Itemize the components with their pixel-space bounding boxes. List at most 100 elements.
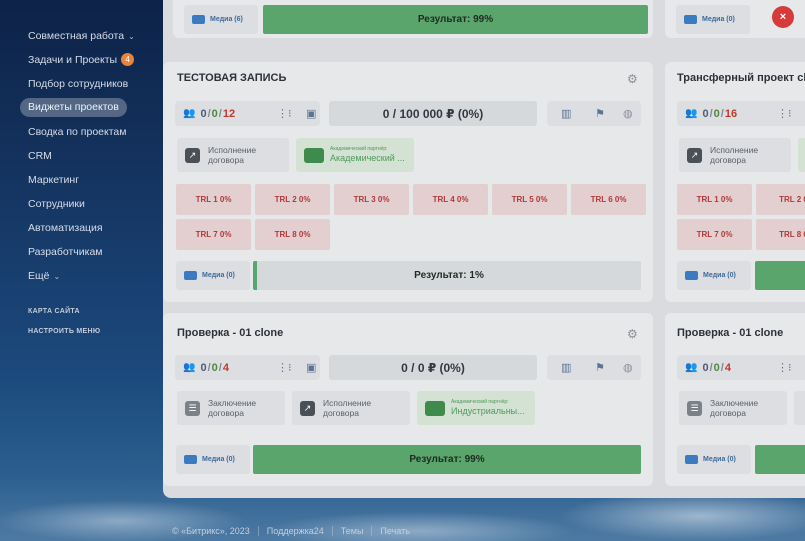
tile-contract-execution[interactable]: ↗ Исполнение договора bbox=[679, 138, 791, 172]
trl-level[interactable]: TRL 8 0 bbox=[756, 219, 805, 250]
trl-level[interactable]: TRL 7 0% bbox=[677, 219, 752, 250]
media-button[interactable]: Медиа (0) bbox=[677, 445, 751, 474]
site-map-link[interactable]: КАРТА САЙТА bbox=[0, 302, 163, 322]
menu-item-tasks[interactable]: Задачи и Проекты 4 bbox=[0, 48, 163, 72]
folder-icon bbox=[685, 271, 698, 280]
briefcase-icon bbox=[304, 147, 324, 163]
project-card: Трансферный проект clo 👥 0/0/16 ⋮⁝ ↗ Исп… bbox=[665, 62, 805, 302]
trl-level[interactable]: TRL 2 0% bbox=[255, 184, 330, 215]
budget-box: 0 / 100 000 ₽ (0%) bbox=[329, 101, 537, 126]
menu-item-collaboration[interactable]: Совместная работа ⌄ bbox=[0, 24, 163, 48]
tile-partner[interactable] bbox=[798, 138, 805, 172]
tile-partner[interactable]: Академический партнёр: Индустриальны... bbox=[417, 391, 535, 425]
tree-icon[interactable]: ⋮⁝ bbox=[777, 107, 792, 120]
card-top-left: Медиа (6) Результат: 99% bbox=[173, 0, 653, 38]
trl-level[interactable]: TRL 6 0% bbox=[571, 184, 646, 215]
folder-icon bbox=[684, 15, 697, 24]
tree-icon[interactable]: ⋮⁝ bbox=[277, 361, 292, 374]
trl-level[interactable]: TRL 7 0% bbox=[176, 219, 251, 250]
card-title: Трансферный проект clo bbox=[677, 72, 805, 84]
menu-item-employees[interactable]: Сотрудники bbox=[0, 192, 163, 216]
tasks-counter-badge: 4 bbox=[121, 53, 135, 66]
copyright-text: © «Битрикс», 2023 bbox=[172, 526, 259, 536]
task-stats: 👥 0/0/12 bbox=[183, 107, 236, 120]
people-icon: 👥 bbox=[685, 108, 698, 119]
building-icon[interactable]: ▥ bbox=[561, 361, 571, 374]
trl-level[interactable]: TRL 8 0% bbox=[255, 219, 330, 250]
chart-icon: ↗ bbox=[185, 147, 200, 163]
card-title: Проверка - 01 clone bbox=[177, 327, 284, 339]
card-icon[interactable]: ▣ bbox=[306, 107, 316, 120]
document-icon: ☰ bbox=[687, 400, 702, 416]
task-stats: 👥 0/0/4 bbox=[183, 361, 229, 374]
building-icon[interactable]: ▥ bbox=[561, 107, 571, 120]
task-stats: 👥 0/0/4 bbox=[685, 361, 731, 374]
tree-icon[interactable]: ⋮⁝ bbox=[277, 107, 292, 120]
gear-icon[interactable]: ⚙ bbox=[627, 73, 639, 85]
trl-level[interactable]: TRL 4 0% bbox=[413, 184, 488, 215]
result-bar bbox=[755, 261, 805, 290]
media-button[interactable]: Медиа (0) bbox=[176, 445, 250, 474]
menu-item-developers[interactable]: Разработчикам bbox=[0, 240, 163, 264]
card-title: Проверка - 01 clone bbox=[677, 327, 784, 339]
card-icon[interactable]: ▣ bbox=[306, 361, 316, 374]
menu-item-crm[interactable]: CRM bbox=[0, 144, 163, 168]
briefcase-icon bbox=[425, 400, 445, 416]
project-card: ТЕСТОВАЯ ЗАПИСЬ ⚙ 👥 0/0/12 ⋮⁝ ▣ 0 / 100 … bbox=[163, 62, 653, 302]
close-button[interactable]: × bbox=[772, 6, 794, 28]
tree-icon[interactable]: ⋮⁝ bbox=[777, 361, 792, 374]
chart-icon: ↗ bbox=[687, 147, 702, 163]
menu-item-more[interactable]: Ещё ⌄ bbox=[0, 264, 163, 288]
media-button[interactable]: Медиа (0) bbox=[676, 5, 750, 34]
menu-item-project-summary[interactable]: Сводка по проектам bbox=[0, 120, 163, 144]
result-bar: Результат: 99% bbox=[253, 445, 641, 474]
footer: © «Битрикс», 2023 Поддержка24 Темы Печат… bbox=[172, 526, 418, 536]
menu-item-automation[interactable]: Автоматизация bbox=[0, 216, 163, 240]
tile-contract-execution[interactable]: ↗ Исполнение договора bbox=[292, 391, 410, 425]
print-link[interactable]: Печать bbox=[372, 526, 417, 536]
support-link[interactable]: Поддержка24 bbox=[259, 526, 333, 536]
trl-level[interactable]: TRL 1 0% bbox=[677, 184, 752, 215]
trl-level[interactable]: TRL 1 0% bbox=[176, 184, 251, 215]
tile-contract-execution[interactable]: ↗ Исполнение договора bbox=[177, 138, 289, 172]
folder-icon bbox=[184, 271, 197, 280]
left-menu: Совместная работа ⌄ Задачи и Проекты 4 Под… bbox=[0, 0, 163, 541]
trl-level[interactable]: TRL 5 0% bbox=[492, 184, 567, 215]
trl-level[interactable]: TRL 3 0% bbox=[334, 184, 409, 215]
menu-item-recruitment[interactable]: Подбор сотрудников bbox=[0, 72, 163, 96]
chart-icon: ↗ bbox=[300, 400, 315, 416]
flag-icon[interactable]: ⚑ bbox=[595, 107, 605, 120]
document-icon: ☰ bbox=[185, 400, 200, 416]
project-card: Проверка - 01 clone ⚙ 👥 0/0/4 ⋮⁝ ▣ 0 / 0… bbox=[163, 313, 653, 486]
globe-icon[interactable]: ◍ bbox=[623, 361, 633, 374]
globe-icon[interactable]: ◍ bbox=[623, 107, 633, 120]
chevron-down-icon: ⌄ bbox=[53, 272, 61, 281]
media-button[interactable]: Медиа (0) bbox=[176, 261, 250, 290]
tile-partner[interactable]: Академический партнёр: Академический ... bbox=[296, 138, 414, 172]
card-title: ТЕСТОВАЯ ЗАПИСЬ bbox=[177, 72, 287, 84]
media-button[interactable]: Медиа (6) bbox=[184, 5, 258, 34]
people-icon: 👥 bbox=[685, 362, 698, 373]
themes-link[interactable]: Темы bbox=[333, 526, 373, 536]
result-bar bbox=[755, 445, 805, 474]
project-card: Проверка - 01 clone 👥 0/0/4 ⋮⁝ ☰ Заключе… bbox=[665, 313, 805, 486]
people-icon: 👥 bbox=[183, 362, 196, 373]
media-button[interactable]: Медиа (0) bbox=[677, 261, 751, 290]
flag-icon[interactable]: ⚑ bbox=[595, 361, 605, 374]
tile-contract-conclusion[interactable]: ☰ Заключение договора bbox=[679, 391, 787, 425]
chevron-down-icon: ⌄ bbox=[128, 32, 135, 41]
result-bar: Результат: 99% bbox=[263, 5, 648, 34]
configure-menu-link[interactable]: НАСТРОИТЬ МЕНЮ bbox=[0, 322, 163, 342]
gear-icon[interactable]: ⚙ bbox=[627, 328, 639, 340]
folder-icon bbox=[192, 15, 205, 24]
trl-level[interactable]: TRL 2 0 bbox=[756, 184, 805, 215]
people-icon: 👥 bbox=[183, 108, 196, 119]
menu-item-project-widgets[interactable]: Виджеты проектов bbox=[20, 98, 127, 117]
result-bar: Результат: 1% bbox=[253, 261, 641, 290]
tile-contract-conclusion[interactable]: ☰ Заключение договора bbox=[177, 391, 285, 425]
tile-contract-execution[interactable] bbox=[794, 391, 805, 425]
menu-item-marketing[interactable]: Маркетинг bbox=[0, 168, 163, 192]
folder-icon bbox=[685, 455, 698, 464]
folder-icon bbox=[184, 455, 197, 464]
